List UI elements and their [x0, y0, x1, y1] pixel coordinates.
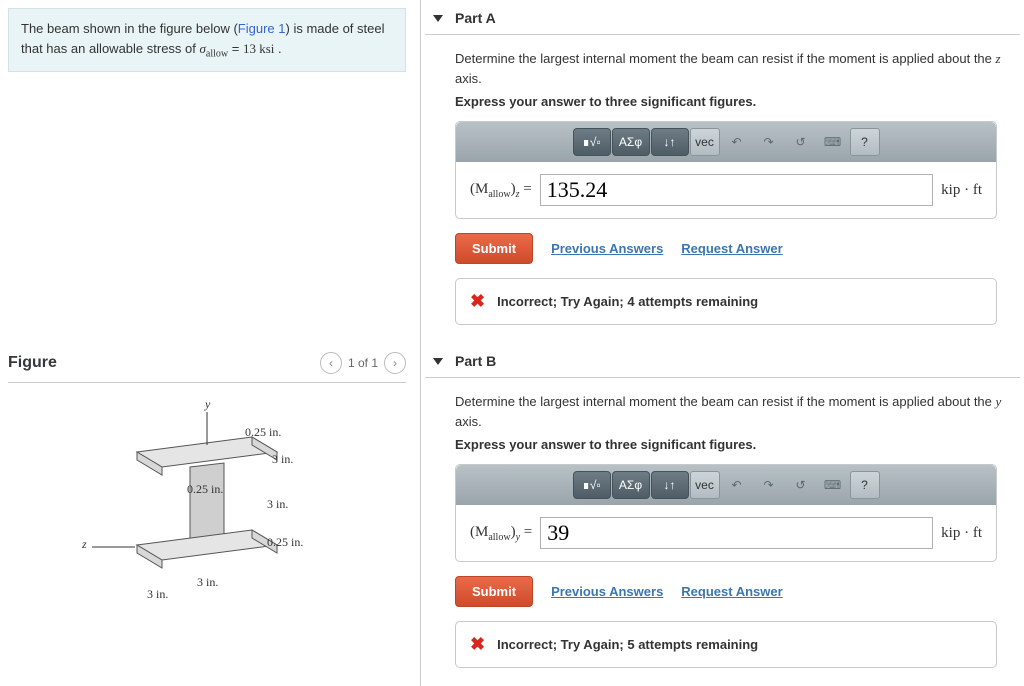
part-b-submit-button[interactable]: Submit — [455, 576, 533, 607]
part-b-answer-input[interactable] — [540, 517, 933, 549]
problem-text-1: The beam shown in the figure below ( — [21, 21, 238, 36]
figure-prev-button[interactable]: ‹ — [320, 352, 342, 374]
figure-heading: Figure — [8, 354, 57, 372]
part-a-title: Part A — [455, 10, 496, 26]
part-b-header[interactable]: Part B — [425, 343, 1020, 378]
figure-link[interactable]: Figure 1 — [238, 21, 286, 36]
figure-pager: ‹ 1 of 1 › — [320, 352, 406, 374]
reset-button[interactable]: ↺ — [786, 128, 816, 156]
stress-value: 13 ksi — [243, 41, 274, 56]
figure-next-button[interactable]: › — [384, 352, 406, 374]
part-a-variable-label: (Mallow)z = — [470, 181, 532, 200]
redo-button[interactable]: ↷ — [754, 128, 784, 156]
part-b-variable-label: (Mallow)y = — [470, 524, 532, 543]
help-button[interactable]: ? — [850, 471, 880, 499]
subscript-button[interactable]: ↓↑ — [651, 471, 689, 499]
part-a-feedback: ✖ Incorrect; Try Again; 4 attempts remai… — [455, 278, 997, 325]
collapse-icon — [433, 15, 443, 22]
templates-button[interactable]: ∎√▫ — [573, 128, 611, 156]
sigma-symbol: σallow — [200, 41, 229, 56]
part-a-answer-box: ∎√▫ ΑΣφ ↓↑ vec ↶ ↷ ↺ ⌨ ? (Mallow)z = kip… — [455, 121, 997, 219]
templates-button[interactable]: ∎√▫ — [573, 471, 611, 499]
dim-025-top: 0.25 in. — [245, 425, 281, 440]
collapse-icon — [433, 358, 443, 365]
vec-button[interactable]: vec — [690, 128, 720, 156]
part-a-feedback-text: Incorrect; Try Again; 4 attempts remaini… — [497, 294, 758, 309]
greek-button[interactable]: ΑΣφ — [612, 471, 650, 499]
part-b-previous-answers-link[interactable]: Previous Answers — [551, 584, 663, 599]
subscript-button[interactable]: ↓↑ — [651, 128, 689, 156]
part-b-unit: kip · ft — [941, 525, 982, 542]
part-b-feedback: ✖ Incorrect; Try Again; 5 attempts remai… — [455, 621, 997, 668]
equation-toolbar-b: ∎√▫ ΑΣφ ↓↑ vec ↶ ↷ ↺ ⌨ ? — [456, 465, 996, 505]
help-button[interactable]: ? — [850, 128, 880, 156]
dim-3-web2: 3 in. — [267, 497, 288, 512]
dim-3-flange2: 3 in. — [147, 587, 168, 602]
incorrect-icon: ✖ — [470, 291, 485, 312]
part-b-title: Part B — [455, 353, 496, 369]
part-a-previous-answers-link[interactable]: Previous Answers — [551, 241, 663, 256]
part-a-request-answer-link[interactable]: Request Answer — [681, 241, 782, 256]
redo-button[interactable]: ↷ — [754, 471, 784, 499]
greek-button[interactable]: ΑΣφ — [612, 128, 650, 156]
part-b-feedback-text: Incorrect; Try Again; 5 attempts remaini… — [497, 637, 758, 652]
keyboard-button[interactable]: ⌨ — [818, 128, 848, 156]
part-a-answer-input[interactable] — [540, 174, 933, 206]
part-b-instruction: Determine the largest internal moment th… — [455, 392, 1020, 431]
part-a-submit-button[interactable]: Submit — [455, 233, 533, 264]
dim-025-web: 0.25 in. — [187, 482, 223, 497]
reset-button[interactable]: ↺ — [786, 471, 816, 499]
z-axis-label: z — [82, 537, 87, 552]
part-a-header[interactable]: Part A — [425, 0, 1020, 35]
part-a-express: Express your answer to three significant… — [455, 94, 1020, 109]
dim-025-bot: 0.25 in. — [267, 535, 303, 550]
undo-button[interactable]: ↶ — [722, 128, 752, 156]
part-a-instruction: Determine the largest internal moment th… — [455, 49, 1020, 88]
part-b-answer-box: ∎√▫ ΑΣφ ↓↑ vec ↶ ↷ ↺ ⌨ ? (Mallow)y = kip… — [455, 464, 997, 562]
part-a-unit: kip · ft — [941, 182, 982, 199]
dim-3-flange1: 3 in. — [197, 575, 218, 590]
equation-toolbar-a: ∎√▫ ΑΣφ ↓↑ vec ↶ ↷ ↺ ⌨ ? — [456, 122, 996, 162]
undo-button[interactable]: ↶ — [722, 471, 752, 499]
figure-pager-text: 1 of 1 — [348, 356, 378, 370]
y-axis-label: y — [205, 397, 210, 412]
dim-3-web: 3 in. — [272, 452, 293, 467]
vec-button[interactable]: vec — [690, 471, 720, 499]
incorrect-icon: ✖ — [470, 634, 485, 655]
part-b-request-answer-link[interactable]: Request Answer — [681, 584, 782, 599]
problem-statement: The beam shown in the figure below (Figu… — [8, 8, 406, 72]
keyboard-button[interactable]: ⌨ — [818, 471, 848, 499]
beam-figure: y z 0.25 in. 3 in. 0.25 in. 3 in. 0.25 i… — [77, 397, 337, 607]
part-b-express: Express your answer to three significant… — [455, 437, 1020, 452]
